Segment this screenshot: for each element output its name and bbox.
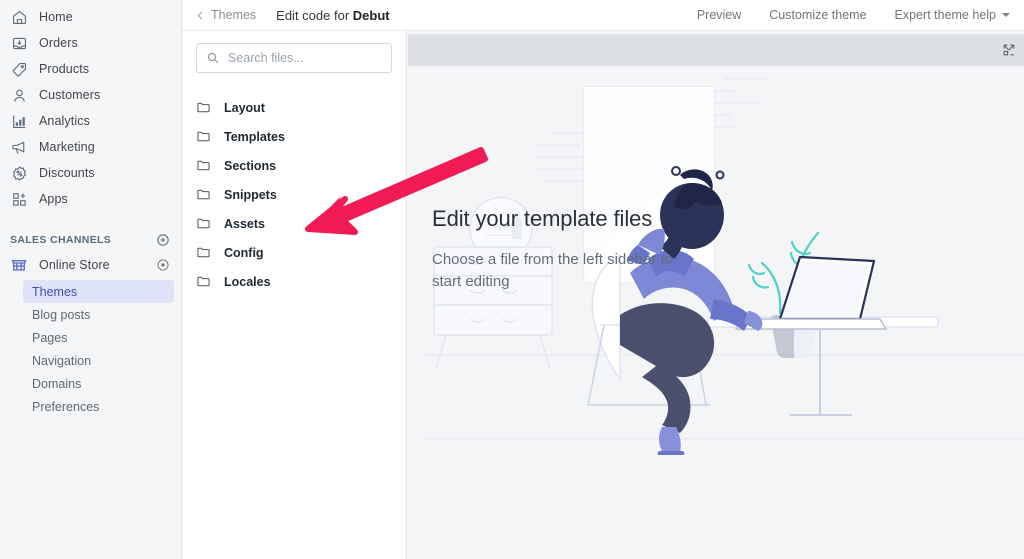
sidebar-item-label: Discounts (39, 166, 95, 180)
folder-snippets[interactable]: Snippets (196, 180, 392, 209)
folder-label: Snippets (224, 187, 277, 202)
editor-content-area: Edit your template files Choose a file f… (407, 31, 1024, 559)
sidebar-subitem-label: Themes (32, 284, 78, 299)
analytics-bar-chart-icon (9, 111, 29, 131)
customers-person-icon (9, 85, 29, 105)
sidebar-item-navigation[interactable]: Navigation (23, 349, 174, 372)
breadcrumb-label: Themes (211, 8, 257, 22)
sidebar-item-label: Marketing (39, 140, 95, 154)
sidebar-item-preferences[interactable]: Preferences (23, 395, 174, 418)
sidebar-subitem-label: Domains (32, 376, 82, 391)
sidebar-item-label: Online Store (39, 258, 110, 272)
sidebar-item-blog-posts[interactable]: Blog posts (23, 303, 174, 326)
sidebar-item-orders[interactable]: Orders (0, 30, 181, 56)
folder-layout[interactable]: Layout (196, 93, 392, 122)
sales-channels-header: SALES CHANNELS (0, 228, 181, 252)
page-title-prefix: Edit code for (276, 7, 353, 23)
sidebar-item-online-store[interactable]: Online Store (0, 252, 181, 278)
folder-icon (196, 245, 212, 260)
folder-config[interactable]: Config (196, 238, 392, 267)
sidebar-item-analytics[interactable]: Analytics (0, 108, 181, 134)
online-store-subnav: Themes Blog posts Pages Navigation Domai… (0, 280, 181, 418)
breadcrumb-back-themes[interactable]: Themes (195, 8, 256, 22)
products-tag-icon (9, 59, 29, 79)
customize-theme-button[interactable]: Customize theme (769, 8, 866, 22)
customize-theme-label: Customize theme (769, 8, 867, 22)
folder-icon (196, 216, 212, 231)
folder-label: Layout (224, 100, 265, 115)
folder-label: Templates (224, 129, 285, 144)
body-row: Layout Templates (182, 31, 1024, 559)
folder-icon (196, 274, 212, 289)
search-icon (206, 51, 220, 65)
folder-templates[interactable]: Templates (196, 122, 392, 151)
page-title-theme-name: Debut (352, 7, 390, 23)
sidebar-item-products[interactable]: Products (0, 56, 181, 82)
folder-label: Config (224, 245, 264, 260)
sidebar-item-themes[interactable]: Themes (23, 280, 174, 303)
folder-icon (196, 129, 212, 144)
folder-list: Layout Templates Sections Snippets Asset… (196, 93, 392, 296)
editor-toolbar (408, 34, 1024, 66)
folder-icon (196, 100, 212, 115)
sidebar-item-customers[interactable]: Customers (0, 82, 181, 108)
expand-fullscreen-icon[interactable] (1001, 42, 1017, 58)
sidebar-subitem-label: Blog posts (32, 307, 91, 322)
folder-icon (196, 187, 212, 202)
sidebar-item-marketing[interactable]: Marketing (0, 134, 181, 160)
chevron-left-icon (195, 10, 206, 21)
shopify-admin-window: Home Orders Products Customers Analytics… (0, 0, 1024, 559)
right-pane: Themes Edit code for Debut Preview Custo… (182, 0, 1024, 559)
sidebar-subitem-label: Pages (32, 330, 68, 345)
page-header: Themes Edit code for Debut Preview Custo… (182, 0, 1024, 31)
sidebar-subitem-label: Preferences (32, 399, 100, 414)
sidebar-item-domains[interactable]: Domains (23, 372, 174, 395)
orders-icon (9, 33, 29, 53)
folder-icon (196, 158, 212, 173)
folder-label: Assets (224, 216, 265, 231)
file-tree-panel: Layout Templates (182, 31, 407, 559)
expert-theme-help-dropdown[interactable]: Expert theme help (895, 8, 1010, 22)
main-sidebar: Home Orders Products Customers Analytics… (0, 0, 182, 559)
preview-label: Preview (696, 8, 742, 22)
empty-state-title: Edit your template files (432, 206, 653, 231)
preview-button[interactable]: Preview (697, 8, 741, 22)
marketing-megaphone-icon (9, 137, 29, 157)
folder-locales[interactable]: Locales (196, 267, 392, 296)
search-files-box[interactable] (196, 43, 392, 73)
folder-label: Sections (224, 158, 277, 173)
sidebar-item-pages[interactable]: Pages (23, 326, 174, 349)
online-store-icon (9, 255, 29, 275)
sidebar-item-label: Home (39, 10, 73, 24)
empty-state-subtitle: Choose a file from the left sidebar to s… (432, 251, 673, 291)
sidebar-item-apps[interactable]: Apps (0, 186, 181, 212)
sidebar-item-label: Customers (39, 88, 101, 102)
discounts-badge-icon (9, 163, 29, 183)
sidebar-item-label: Analytics (39, 114, 90, 128)
page-title: Edit code for Debut (276, 8, 389, 23)
expert-theme-help-label: Expert theme help (894, 8, 996, 22)
sidebar-item-discounts[interactable]: Discounts (0, 160, 181, 186)
empty-state: Edit your template files Choose a file f… (432, 206, 682, 293)
folder-sections[interactable]: Sections (196, 151, 392, 180)
sidebar-item-home[interactable]: Home (0, 4, 181, 30)
apps-grid-plus-icon (9, 189, 29, 209)
sidebar-subitem-label: Navigation (32, 353, 92, 368)
sidebar-item-label: Apps (39, 192, 68, 206)
search-input[interactable] (228, 51, 382, 65)
home-icon (9, 7, 29, 27)
plus-circle-icon[interactable] (156, 233, 170, 247)
chevron-down-icon (1002, 13, 1010, 17)
folder-label: Locales (224, 274, 271, 289)
sidebar-item-label: Orders (39, 36, 78, 50)
sales-channels-title: SALES CHANNELS (10, 234, 112, 246)
eye-icon[interactable] (156, 258, 170, 272)
folder-assets[interactable]: Assets (196, 209, 392, 238)
sidebar-item-label: Products (39, 62, 90, 76)
